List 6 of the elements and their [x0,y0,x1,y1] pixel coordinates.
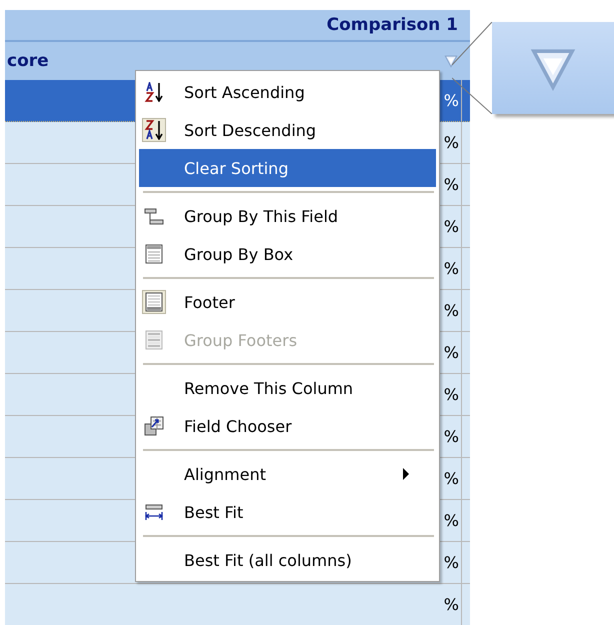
menu-item[interactable]: Best Fit (all columns) [139,541,436,579]
band-title: Comparison 1 [326,15,458,35]
filter-icon[interactable] [444,54,458,68]
column-header-label: core [7,51,50,71]
menu-item[interactable]: Alignment [139,455,436,493]
menu-item[interactable]: Clear Sorting [139,149,436,187]
